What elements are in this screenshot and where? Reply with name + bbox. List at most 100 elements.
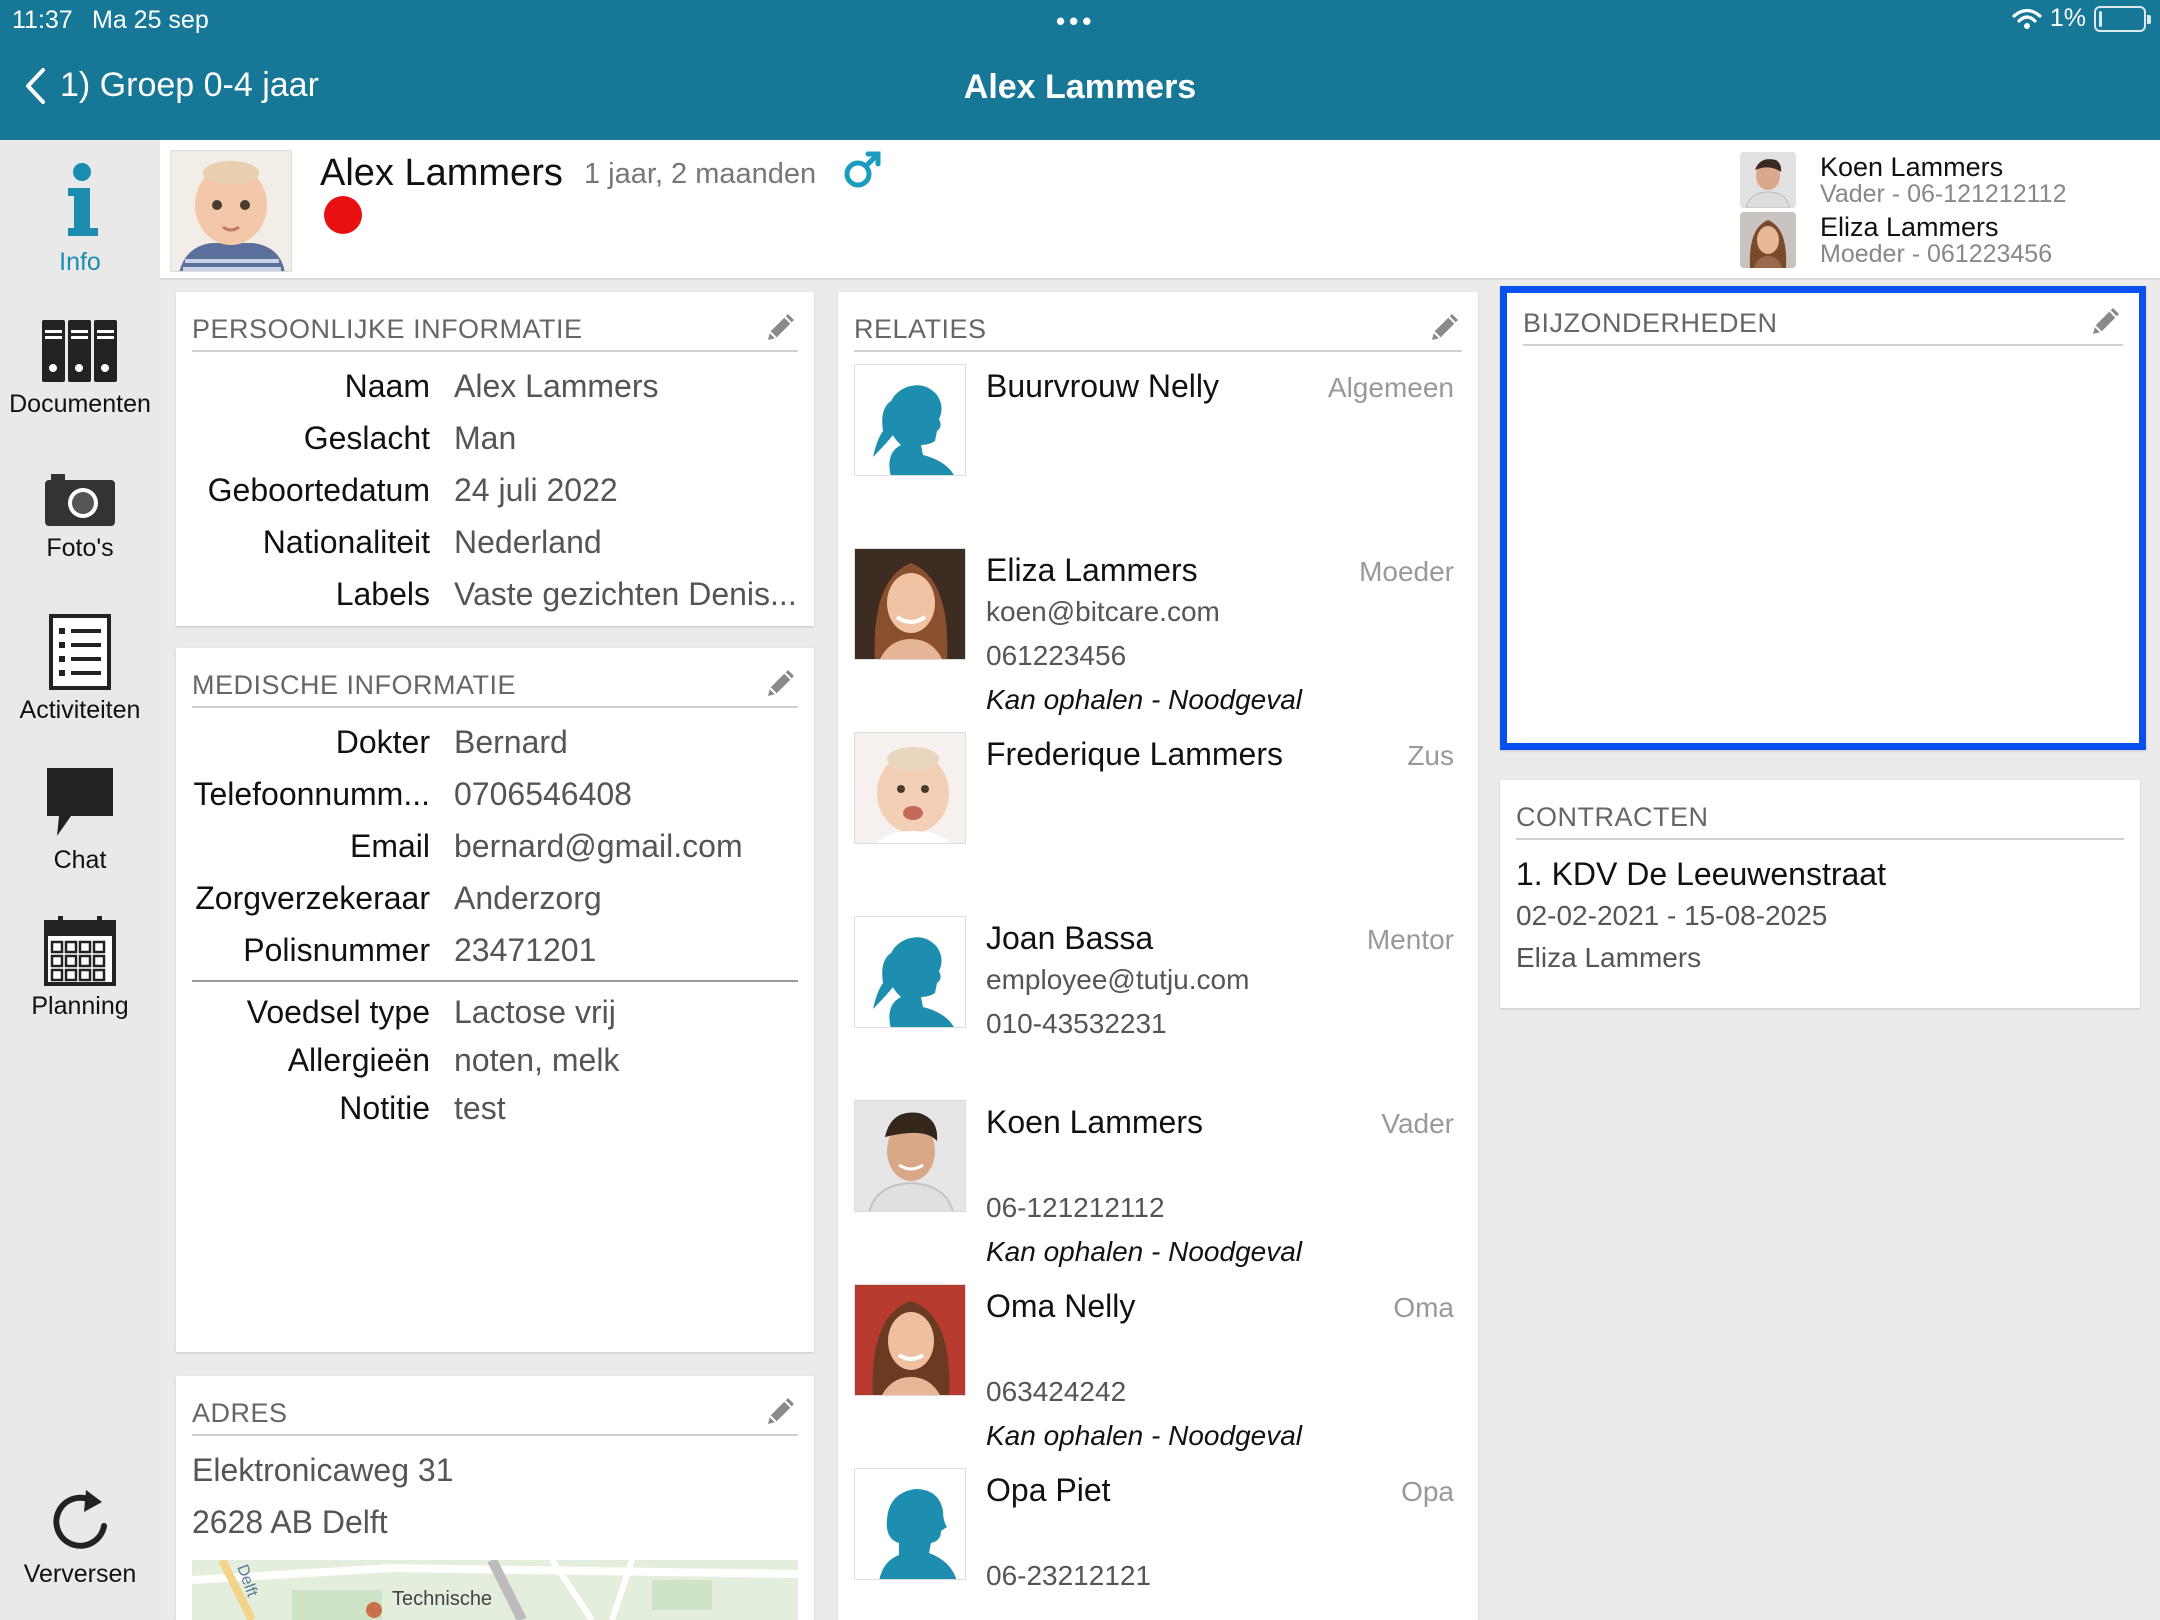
relation-role: Mentor <box>1366 924 1454 955</box>
calendar-icon <box>44 916 116 986</box>
contract-person: Eliza Lammers <box>1516 942 1702 973</box>
address-line-2: 2628 AB Delft <box>192 1504 388 1540</box>
card-title: MEDISCHE INFORMATIE <box>192 670 517 700</box>
card-title: RELATIES <box>854 314 987 344</box>
row-value: 0706546408 <box>454 776 632 812</box>
relation-avatar <box>854 548 966 660</box>
info-row: Notitie test <box>192 1090 798 1142</box>
relation-role: Moeder <box>1359 556 1454 587</box>
row-value: Nederland <box>454 524 602 560</box>
relation-item[interactable]: Koen Lammers Vader 06-121212112 Kan opha… <box>854 1100 1454 1284</box>
relation-item[interactable]: Oma Nelly Oma 063424242 Kan ophalen - No… <box>854 1284 1454 1468</box>
relation-avatar <box>854 1284 966 1396</box>
row-value: Alex Lammers <box>454 368 659 404</box>
row-label: Voedsel type <box>246 994 430 1030</box>
page-title: Alex Lammers <box>963 68 1197 106</box>
row-label: Telefoonnumm... <box>193 776 430 812</box>
info-row: Labels Vaste gezichten Denis... <box>192 576 798 626</box>
pencil-icon[interactable] <box>1428 310 1462 344</box>
parent-name: Eliza Lammers <box>1820 212 1999 242</box>
sidebar-item-label: Info <box>59 248 101 276</box>
relation-phone[interactable]: 010-43532231 <box>986 1008 1167 1040</box>
parent-avatar <box>1740 152 1796 208</box>
personal-info-card: PERSOONLIJKE INFORMATIE Naam Alex Lammer… <box>176 292 814 626</box>
contract-name[interactable]: 1. KDV De Leeuwenstraat <box>1516 856 1886 893</box>
row-value: Anderzorg <box>454 880 602 916</box>
relation-phone[interactable]: 06-23212121 <box>986 1560 1151 1592</box>
battery-icon <box>2094 5 2151 32</box>
relation-avatar <box>854 364 966 476</box>
relation-email[interactable]: koen@bitcare.com <box>986 596 1220 628</box>
relation-role: Oma <box>1393 1292 1454 1323</box>
info-row: Allergieën noten, melk <box>192 1042 798 1094</box>
pencil-icon[interactable] <box>2089 304 2123 338</box>
refresh-icon <box>53 1490 107 1549</box>
binders-icon <box>42 320 117 382</box>
relation-item[interactable]: Opa Piet Opa 06-23212121 <box>854 1468 1454 1620</box>
pencil-icon[interactable] <box>764 666 798 700</box>
pencil-icon[interactable] <box>764 310 798 344</box>
relation-name: Eliza Lammers <box>986 552 1198 588</box>
parent-avatar <box>1740 212 1796 268</box>
pencil-icon[interactable] <box>764 1394 798 1428</box>
card-header: BIJZONDERHEDEN <box>1523 304 2123 346</box>
relation-avatar <box>854 1100 966 1212</box>
row-value: bernard@gmail.com <box>454 828 743 864</box>
row-label: Notitie <box>339 1090 430 1126</box>
parent-name: Koen Lammers <box>1820 152 2004 182</box>
relation-phone[interactable]: 061223456 <box>986 640 1126 672</box>
relation-phone[interactable]: 063424242 <box>986 1376 1126 1408</box>
sidebar-item-fotos[interactable]: Foto's <box>0 470 160 563</box>
relation-phone[interactable]: 06-121212112 <box>986 1192 1165 1224</box>
row-value: Man <box>454 420 517 456</box>
info-row: Nationaliteit Nederland <box>192 524 798 576</box>
wifi-icon <box>2012 8 2042 29</box>
row-label: Geboortedatum <box>207 472 430 508</box>
address-line-1: Elektronicaweg 31 <box>192 1452 454 1488</box>
card-header: CONTRACTEN <box>1516 798 2124 840</box>
child-avatar[interactable] <box>170 150 292 272</box>
relation-role: Vader <box>1381 1108 1454 1139</box>
relation-name: Frederique Lammers <box>986 736 1283 772</box>
row-label: Email <box>349 828 430 864</box>
relation-item[interactable]: Buurvrouw Nelly Algemeen <box>854 364 1454 548</box>
parent-koen[interactable]: Koen Lammers Vader - 06-121212112 <box>1740 152 2150 212</box>
card-header: RELATIES <box>854 310 1462 352</box>
info-row: Telefoonnumm... 0706546408 <box>192 776 798 828</box>
male-symbol-icon <box>844 151 881 188</box>
address-map[interactable]: Technische Delft <box>192 1560 798 1620</box>
details-card[interactable]: BIJZONDERHEDEN <box>1500 286 2146 750</box>
row-value: Vaste gezichten Denis... <box>454 576 797 612</box>
chevron-left-icon <box>26 67 45 104</box>
status-indicator-dot <box>324 196 362 234</box>
parent-eliza[interactable]: Eliza Lammers Moeder - 061223456 <box>1740 212 2150 272</box>
sidebar-item-label: Documenten <box>9 390 151 418</box>
contracts-card: CONTRACTEN 1. KDV De Leeuwenstraat 02-02… <box>1500 780 2140 1008</box>
relation-name: Buurvrouw Nelly <box>986 368 1219 404</box>
back-button[interactable]: 1) Groep 0-4 jaar <box>24 66 319 105</box>
card-header: ADRES <box>192 1394 798 1436</box>
sidebar-item-chat[interactable]: Chat <box>0 764 160 875</box>
relation-email[interactable]: employee@tutju.com <box>986 964 1249 996</box>
sidebar-item-info[interactable]: Info <box>0 162 160 277</box>
relation-item[interactable]: Frederique Lammers Zus <box>854 732 1454 916</box>
info-row: Geboortedatum 24 juli 2022 <box>192 472 798 524</box>
sidebar-item-label: Foto's <box>46 534 114 562</box>
refresh-button[interactable]: Verversen <box>0 1486 160 1589</box>
sidebar-item-activiteiten[interactable]: Activiteiten <box>0 614 160 725</box>
relation-item[interactable]: Joan Bassa Mentor employee@tutju.com 010… <box>854 916 1454 1100</box>
sidebar-item-label: Chat <box>53 846 107 874</box>
row-value: Bernard <box>454 724 568 760</box>
info-row: Voedsel type Lactose vrij <box>192 994 798 1046</box>
relation-name: Joan Bassa <box>986 920 1154 956</box>
map-label: Technische <box>392 1588 493 1610</box>
relation-role: Algemeen <box>1327 372 1454 403</box>
sidebar-item-documenten[interactable]: Documenten <box>0 318 160 419</box>
card-title: BIJZONDERHEDEN <box>1523 308 1778 338</box>
relation-permissions: Kan ophalen - Noodgeval <box>986 1236 1303 1267</box>
relation-item[interactable]: Eliza Lammers Moeder koen@bitcare.com 06… <box>854 548 1454 732</box>
multitasking-dots[interactable]: ••• <box>1056 6 1095 37</box>
sidebar-item-planning[interactable]: Planning <box>0 914 160 1021</box>
relation-avatar <box>854 1468 966 1580</box>
row-label: Labels <box>335 576 430 612</box>
